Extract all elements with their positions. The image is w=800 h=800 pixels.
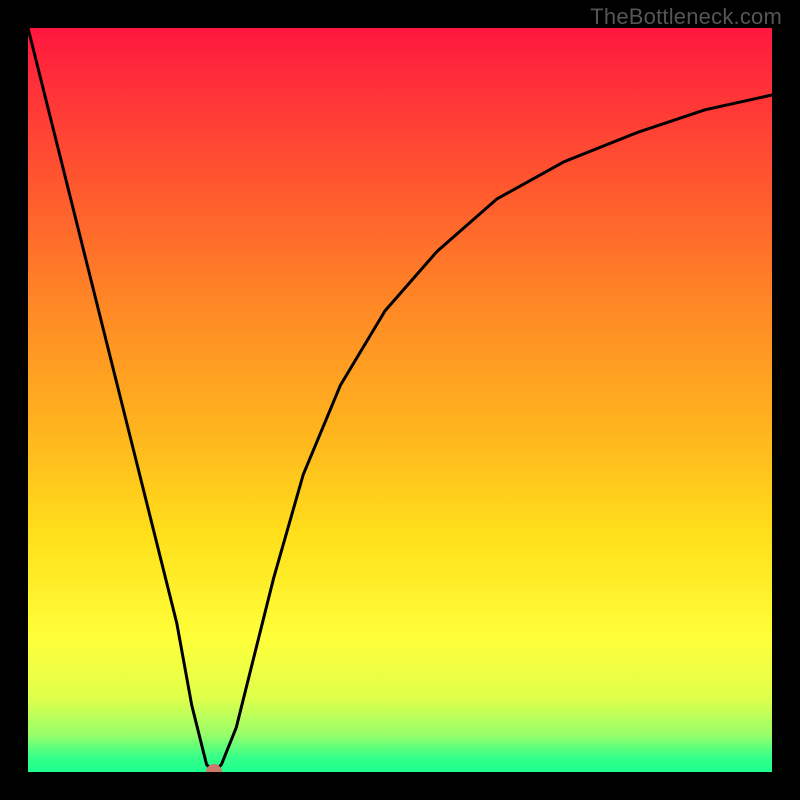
chart-frame: TheBottleneck.com xyxy=(0,0,800,800)
watermark-text: TheBottleneck.com xyxy=(590,4,782,30)
plot-area xyxy=(28,28,772,772)
bottleneck-curve xyxy=(28,28,772,772)
